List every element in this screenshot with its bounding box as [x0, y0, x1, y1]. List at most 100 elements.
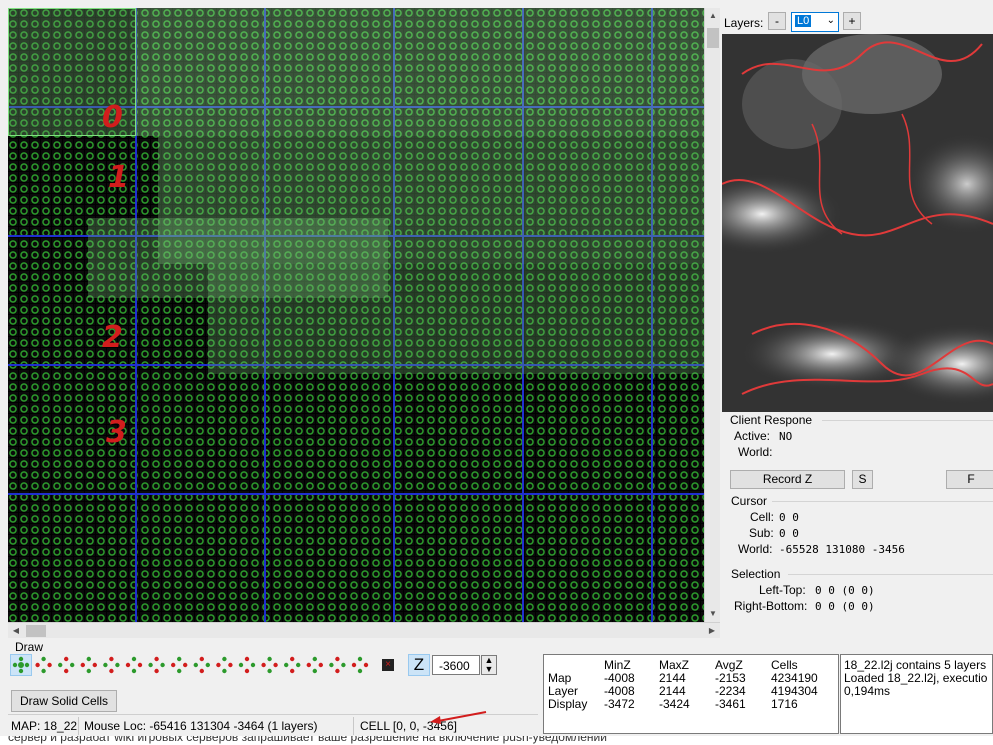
draw-tool-icon[interactable]	[171, 656, 188, 674]
cursor-cell-value: 0 0	[779, 511, 799, 524]
selection-group-line	[788, 574, 993, 575]
client-active-value: NO	[779, 430, 793, 443]
selection-title: Selection	[731, 567, 781, 581]
region-label-0: 0	[102, 100, 123, 135]
cursor-group-line	[772, 501, 993, 502]
stats-row-layer-name: Layer	[548, 684, 579, 698]
draw-tool-icon[interactable]	[261, 656, 278, 674]
scroll-up-arrow-icon[interactable]: ▲	[705, 8, 721, 24]
z-value-input[interactable]: -3600	[432, 655, 480, 675]
stats-row-map-name: Map	[548, 671, 572, 685]
stats-row-map-avgz: -2153	[715, 671, 746, 685]
clear-tool-icon[interactable]: ×	[382, 659, 394, 671]
draw-tool-icon[interactable]	[80, 656, 98, 674]
draw-solid-cells-button[interactable]: Draw Solid Cells	[11, 690, 117, 712]
stats-row-layer-minz: -4008	[604, 684, 635, 698]
stats-row-map-maxz: 2144	[659, 671, 686, 685]
stats-row-layer-maxz: 2144	[659, 684, 686, 698]
stats-header-cells: Cells	[771, 658, 798, 672]
status-map: MAP: 18_22	[11, 719, 78, 733]
status-mouse-loc: Mouse Loc: -65416 131304 -3464 (1 layers…	[84, 719, 318, 733]
draw-tool-icon[interactable]	[148, 656, 165, 674]
client-world-label: World:	[738, 445, 773, 459]
status-separator	[353, 717, 354, 735]
stats-row-display-maxz: -3424	[659, 697, 690, 711]
selection-rightbottom-value: 0 0 (0 0)	[815, 600, 875, 613]
scroll-thumb[interactable]	[707, 28, 719, 48]
cursor-world-value: -65528 131080 -3456	[779, 543, 905, 556]
draw-tool-icon[interactable]	[35, 656, 52, 674]
scroll-left-arrow-icon[interactable]: ◀	[8, 623, 24, 639]
stats-header-maxz: MaxZ	[659, 658, 689, 672]
s-button[interactable]: S	[852, 470, 873, 489]
layer-select[interactable]: L0 ⌄	[791, 12, 839, 32]
log-line: 0,194ms	[844, 684, 891, 698]
log-line: 18_22.l2j contains 5 layers	[844, 658, 987, 672]
region-label-1: 1	[108, 160, 129, 195]
shade-region-lower	[208, 264, 704, 374]
draw-tool-icon[interactable]	[329, 656, 346, 674]
layer-heightmap-preview[interactable]	[722, 34, 993, 412]
heightmap-image	[722, 34, 993, 412]
stats-panel: MinZ MaxZ AvgZ Cells Map -4008 2144 -215…	[543, 654, 839, 734]
layer-plus-button[interactable]: +	[843, 12, 861, 30]
draw-tool-icon[interactable]	[238, 656, 256, 674]
shade-region-top	[136, 8, 704, 136]
stats-header-avgz: AvgZ	[715, 658, 743, 672]
stats-header-minz: MinZ	[604, 658, 631, 672]
draw-tool-icon[interactable]	[351, 656, 369, 674]
selection-lefttop-label: Left-Top:	[759, 583, 806, 597]
status-separator	[78, 717, 79, 735]
region-label-3: 3	[106, 415, 127, 450]
scroll-down-arrow-icon[interactable]: ▼	[705, 606, 721, 622]
annotation-arrow-icon	[430, 711, 487, 724]
draw-tool-icon[interactable]	[284, 656, 301, 674]
hscroll-thumb[interactable]	[26, 625, 46, 637]
selection-lefttop-value: 0 0 (0 0)	[815, 584, 875, 597]
stats-row-layer-cells: 4194304	[771, 684, 818, 698]
stats-row-map-cells: 4234190	[771, 671, 818, 685]
layers-bar: Layers: - L0 ⌄ +	[722, 8, 993, 36]
cursor-world-label: World:	[738, 542, 773, 556]
draw-tool-icon[interactable]	[216, 656, 233, 674]
cell-grid-view[interactable]: 0 1 2 3	[8, 8, 704, 622]
chevron-down-icon: ⌄	[826, 15, 835, 26]
log-panel[interactable]: 18_22.l2j contains 5 layers Loaded 18_22…	[840, 654, 993, 734]
selection-rightbottom-label: Right-Bottom:	[734, 599, 808, 613]
draw-tool-icon[interactable]	[58, 656, 75, 674]
record-z-button[interactable]: Record Z	[730, 470, 845, 489]
stats-row-display-cells: 1716	[771, 697, 798, 711]
layer-select-value: L0	[795, 15, 812, 27]
stats-row-layer-avgz: -2234	[715, 684, 746, 698]
client-active-label: Active:	[734, 429, 771, 443]
draw-tool-icon[interactable]	[306, 656, 323, 674]
stats-row-display-minz: -3472	[604, 697, 635, 711]
grid-horizontal-scrollbar[interactable]: ◀ ▶	[8, 622, 720, 638]
background-page-text: сервер и разрабат wiki игровых серверов …	[0, 736, 993, 745]
status-bar: MAP: 18_22 Mouse Loc: -65416 131304 -346…	[8, 711, 538, 736]
cursor-cell-label: Cell:	[750, 510, 775, 524]
stats-row-display-avgz: -3461	[715, 697, 746, 711]
client-response-title: Client Respone	[730, 413, 813, 427]
draw-toolbar: × Z -3600 ▲ ▼	[8, 652, 538, 678]
background-page-text-content: сервер и разрабат wiki игровых серверов …	[8, 736, 607, 744]
log-line: Loaded 18_22.l2j, executio	[844, 671, 988, 685]
scroll-right-arrow-icon[interactable]: ▶	[704, 623, 720, 639]
right-panel: Layers: - L0 ⌄ + Client Respone Active: …	[722, 8, 993, 622]
cursor-title: Cursor	[731, 494, 768, 508]
layer-minus-button[interactable]: -	[768, 12, 786, 30]
draw-tool-icon[interactable]	[103, 656, 120, 674]
f-button[interactable]: F	[946, 470, 993, 489]
stats-row-map-minz: -4008	[604, 671, 635, 685]
draw-tool-icon[interactable]	[193, 656, 210, 674]
cursor-sub-value: 0 0	[779, 527, 799, 540]
z-toggle-button[interactable]: Z	[408, 654, 430, 676]
draw-tool-icon[interactable]	[125, 656, 143, 674]
z-spin-icon[interactable]: ▲ ▼	[481, 655, 497, 675]
cursor-sub-label: Sub:	[749, 526, 774, 540]
layers-label: Layers:	[724, 16, 764, 30]
stats-row-display-name: Display	[548, 697, 588, 711]
region-label-2: 2	[102, 320, 123, 355]
z-value-text: -3600	[439, 659, 470, 673]
grid-vertical-scrollbar[interactable]: ▲ ▼	[704, 8, 720, 622]
